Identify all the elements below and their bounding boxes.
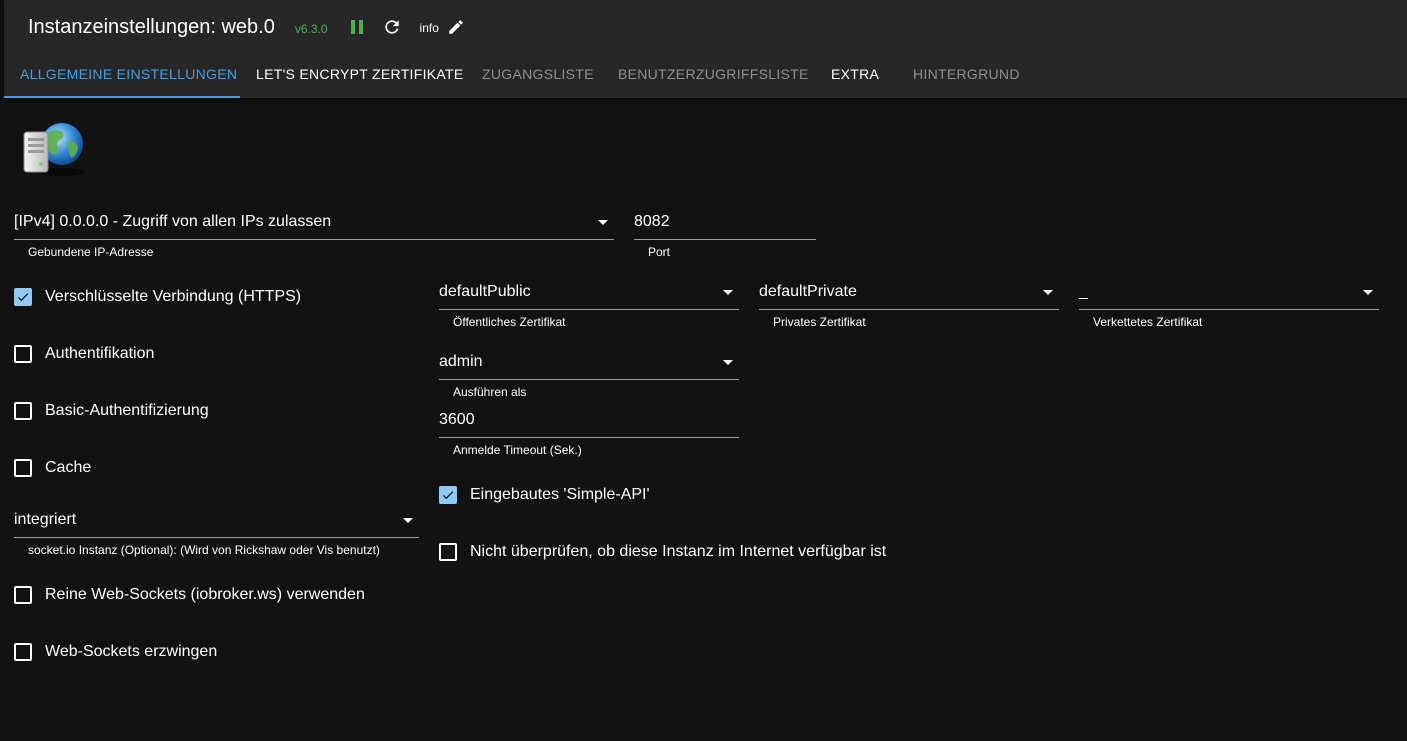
web-adapter-logo-icon bbox=[23, 123, 86, 176]
chevron-down-icon[interactable] bbox=[723, 290, 733, 295]
port-value: 8082 bbox=[634, 213, 670, 230]
login-timeout-label: Anmelde Timeout (Sek.) bbox=[453, 443, 582, 457]
title-bar: Instanzeinstellungen: web.0 v6.3.0 info bbox=[28, 14, 465, 40]
socketio-value: integriert bbox=[14, 511, 77, 528]
private-certificate-label: Privates Zertifikat bbox=[773, 315, 866, 329]
tab-access-list[interactable]: ZUGANGSLISTE bbox=[466, 50, 602, 97]
log-level-label: info bbox=[419, 21, 439, 35]
underline bbox=[14, 239, 614, 240]
chevron-down-icon[interactable] bbox=[1043, 290, 1053, 295]
checkbox-unchecked-icon[interactable] bbox=[14, 643, 32, 661]
https-label: Verschlüsselte Verbindung (HTTPS) bbox=[45, 288, 302, 305]
login-timeout-input[interactable]: 3600 Anmelde Timeout (Sek.) bbox=[439, 408, 739, 458]
checkbox-unchecked-icon[interactable] bbox=[14, 459, 32, 477]
port-input[interactable]: 8082 Port bbox=[634, 210, 816, 260]
underline bbox=[634, 239, 816, 240]
pencil-icon[interactable] bbox=[447, 18, 465, 36]
tab-extra[interactable]: EXTRA bbox=[815, 50, 897, 97]
pure-websockets-label: Reine Web-Sockets (iobroker.ws) verwende… bbox=[45, 586, 365, 603]
run-as-user-select[interactable]: admin Ausführen als bbox=[439, 350, 739, 400]
version-label: v6.3.0 bbox=[294, 22, 328, 36]
socketio-label: socket.io Instanz (Optional): (Wird von … bbox=[28, 543, 380, 557]
pause-icon[interactable] bbox=[350, 19, 364, 35]
cache-label: Cache bbox=[45, 459, 92, 476]
https-checkbox[interactable]: Verschlüsselte Verbindung (HTTPS) bbox=[14, 285, 301, 309]
page-title: Instanzeinstellungen: web.0 bbox=[28, 15, 275, 38]
chevron-down-icon[interactable] bbox=[598, 220, 608, 225]
chained-certificate-value: _ bbox=[1079, 283, 1088, 300]
bind-address-label: Gebundene IP-Adresse bbox=[28, 245, 154, 259]
login-timeout-value: 3600 bbox=[439, 411, 475, 428]
public-certificate-select[interactable]: defaultPublic Öffentliches Zertifikat bbox=[439, 280, 739, 330]
underline bbox=[439, 309, 739, 310]
no-internet-check-label: Nicht überprüfen, ob diese Instanz im In… bbox=[470, 543, 887, 560]
header: Instanzeinstellungen: web.0 v6.3.0 info … bbox=[4, 0, 1407, 98]
underline bbox=[1079, 309, 1379, 310]
checkbox-unchecked-icon[interactable] bbox=[14, 402, 32, 420]
bind-address-value: [IPv4] 0.0.0.0 - Zugriff von allen IPs z… bbox=[14, 213, 332, 230]
force-websockets-label: Web-Sockets erzwingen bbox=[45, 643, 218, 660]
basic-auth-checkbox[interactable]: Basic-Authentifizierung bbox=[14, 399, 209, 423]
tab-background[interactable]: HINTERGRUND bbox=[897, 50, 1037, 97]
bind-address-select[interactable]: [IPv4] 0.0.0.0 - Zugriff von allen IPs z… bbox=[14, 210, 614, 260]
tab-user-access-list[interactable]: BENUTZERZUGRIFFSLISTE bbox=[602, 50, 815, 97]
private-certificate-select[interactable]: defaultPrivate Privates Zertifikat bbox=[759, 280, 1059, 330]
tab-general-settings[interactable]: ALLGEMEINE EINSTELLUNGEN bbox=[4, 50, 240, 98]
authentication-label: Authentifikation bbox=[45, 345, 155, 362]
underline bbox=[439, 379, 739, 380]
run-as-user-value: admin bbox=[439, 353, 483, 370]
basic-auth-label: Basic-Authentifizierung bbox=[45, 402, 209, 419]
checkbox-checked-icon[interactable] bbox=[439, 486, 457, 504]
tab-lets-encrypt[interactable]: LET'S ENCRYPT ZERTIFIKATE bbox=[240, 50, 466, 97]
chevron-down-icon[interactable] bbox=[403, 518, 413, 523]
checkbox-unchecked-icon[interactable] bbox=[14, 586, 32, 604]
instance-settings-dialog: Instanzeinstellungen: web.0 v6.3.0 info … bbox=[0, 0, 1407, 741]
underline bbox=[14, 537, 419, 538]
public-certificate-value: defaultPublic bbox=[439, 283, 531, 300]
chained-certificate-select[interactable]: _ Verkettetes Zertifikat bbox=[1079, 280, 1379, 330]
tab-bar: ALLGEMEINE EINSTELLUNGEN LET'S ENCRYPT Z… bbox=[4, 50, 1037, 98]
checkbox-unchecked-icon[interactable] bbox=[14, 345, 32, 363]
private-certificate-value: defaultPrivate bbox=[759, 283, 857, 300]
chevron-down-icon[interactable] bbox=[723, 360, 733, 365]
simple-api-label: Eingebautes 'Simple-API' bbox=[470, 486, 650, 503]
force-websockets-checkbox[interactable]: Web-Sockets erzwingen bbox=[14, 640, 217, 664]
chevron-down-icon[interactable] bbox=[1363, 290, 1373, 295]
socketio-select[interactable]: integriert socket.io Instanz (Optional):… bbox=[14, 508, 419, 558]
port-label: Port bbox=[648, 245, 671, 259]
underline bbox=[439, 437, 739, 438]
checkbox-unchecked-icon[interactable] bbox=[439, 543, 457, 561]
cache-checkbox[interactable]: Cache bbox=[14, 456, 91, 480]
underline bbox=[759, 309, 1059, 310]
authentication-checkbox[interactable]: Authentifikation bbox=[14, 342, 154, 366]
simple-api-checkbox[interactable]: Eingebautes 'Simple-API' bbox=[439, 483, 650, 507]
no-internet-check-checkbox[interactable]: Nicht überprüfen, ob diese Instanz im In… bbox=[439, 540, 886, 564]
reload-icon[interactable] bbox=[382, 17, 402, 37]
run-as-user-label: Ausführen als bbox=[453, 385, 527, 399]
chained-certificate-label: Verkettetes Zertifikat bbox=[1093, 315, 1203, 329]
pure-websockets-checkbox[interactable]: Reine Web-Sockets (iobroker.ws) verwende… bbox=[14, 583, 365, 607]
public-certificate-label: Öffentliches Zertifikat bbox=[453, 315, 566, 329]
checkbox-checked-icon[interactable] bbox=[14, 288, 32, 306]
